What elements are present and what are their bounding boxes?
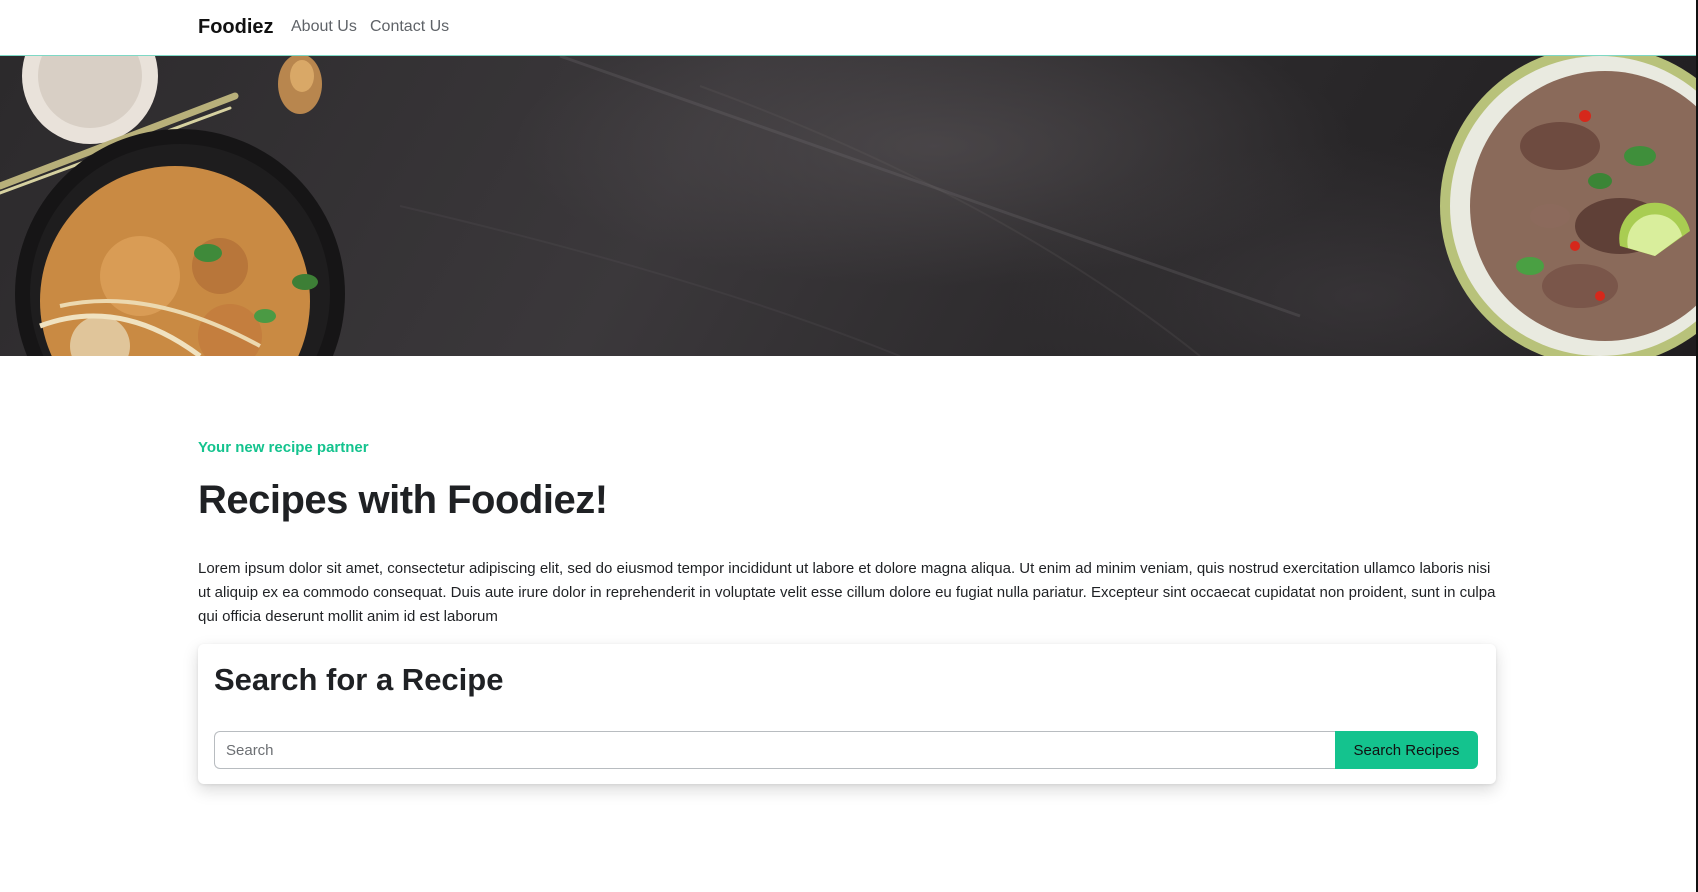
nav-link-contact[interactable]: Contact Us <box>370 18 449 36</box>
intro-paragraph: Lorem ipsum dolor sit amet, consectetur … <box>198 560 1496 625</box>
search-input[interactable] <box>214 731 1335 769</box>
tagline: Your new recipe partner <box>198 439 369 456</box>
soup-bowl-right-icon <box>1440 56 1698 356</box>
navbar: Foodiez About Us Contact Us <box>0 0 1698 56</box>
page: Foodiez About Us Contact Us Your new rec… <box>0 0 1698 892</box>
hero-banner <box>0 56 1698 356</box>
hero-food-image <box>0 56 1698 356</box>
search-card-title: Search for a Recipe <box>214 662 504 697</box>
nav-link-about[interactable]: About Us <box>291 18 357 36</box>
brand-logo[interactable]: Foodiez <box>198 16 274 39</box>
search-card: Search for a Recipe Search Recipes <box>198 644 1496 784</box>
page-title: Recipes with Foodiez! <box>198 478 608 522</box>
search-recipes-button[interactable]: Search Recipes <box>1335 731 1478 769</box>
